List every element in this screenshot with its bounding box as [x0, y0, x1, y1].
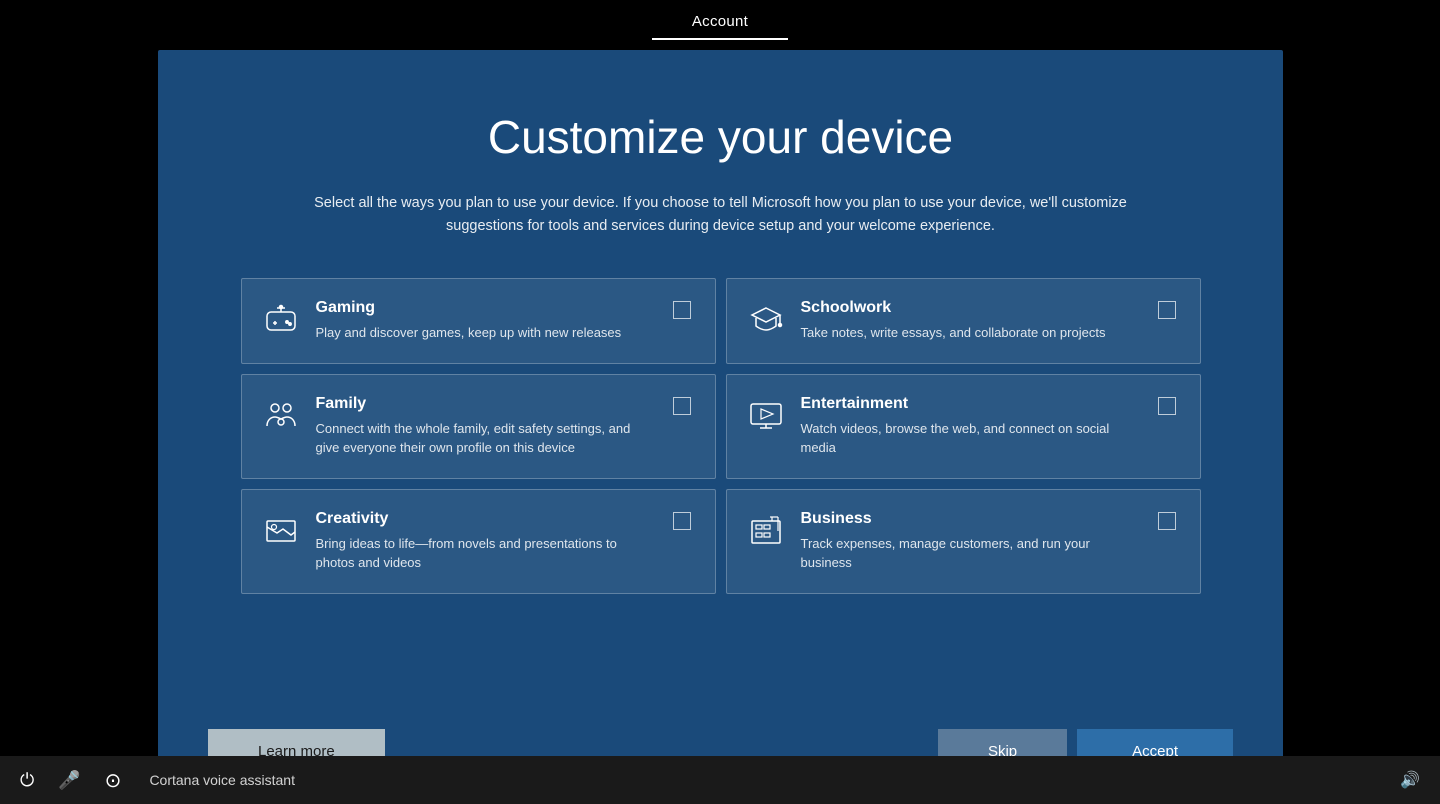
- creativity-icon: [262, 512, 300, 550]
- card-entertainment-checkbox[interactable]: [1158, 397, 1176, 415]
- card-schoolwork-title: Schoolwork: [801, 299, 1142, 317]
- entertainment-icon: [747, 397, 785, 435]
- taskbar-cortana-icon[interactable]: ⊙: [105, 768, 122, 793]
- card-entertainment-desc: Watch videos, browse the web, and connec…: [801, 419, 1142, 458]
- card-family-checkbox[interactable]: [673, 397, 691, 415]
- taskbar-power-icon[interactable]: ⏻: [20, 770, 34, 791]
- card-gaming[interactable]: Gaming Play and discover games, keep up …: [241, 278, 716, 364]
- card-family-content: Family Connect with the whole family, ed…: [316, 395, 657, 458]
- business-icon: [747, 512, 785, 550]
- card-gaming-content: Gaming Play and discover games, keep up …: [316, 299, 657, 343]
- gaming-icon: [262, 301, 300, 339]
- card-entertainment-title: Entertainment: [801, 395, 1142, 413]
- card-creativity[interactable]: Creativity Bring ideas to life—from nove…: [241, 489, 716, 594]
- page-title: Customize your device: [488, 110, 953, 164]
- page-subtitle: Select all the ways you plan to use your…: [281, 192, 1161, 238]
- card-gaming-title: Gaming: [316, 299, 657, 317]
- card-entertainment-content: Entertainment Watch videos, browse the w…: [801, 395, 1142, 458]
- card-schoolwork-desc: Take notes, write essays, and collaborat…: [801, 323, 1142, 343]
- main-window: Customize your device Select all the way…: [158, 50, 1283, 764]
- taskbar-cortana-text: Cortana voice assistant: [149, 772, 295, 788]
- card-business-checkbox[interactable]: [1158, 512, 1176, 530]
- cards-grid: Gaming Play and discover games, keep up …: [241, 278, 1201, 594]
- card-gaming-desc: Play and discover games, keep up with ne…: [316, 323, 657, 343]
- card-schoolwork-content: Schoolwork Take notes, write essays, and…: [801, 299, 1142, 343]
- card-creativity-content: Creativity Bring ideas to life—from nove…: [316, 510, 657, 573]
- schoolwork-icon: [747, 301, 785, 339]
- card-schoolwork-checkbox[interactable]: [1158, 301, 1176, 319]
- family-icon: [262, 397, 300, 435]
- taskbar-volume-icon[interactable]: 🔊: [1400, 770, 1420, 790]
- card-business[interactable]: Business Track expenses, manage customer…: [726, 489, 1201, 594]
- card-creativity-desc: Bring ideas to life—from novels and pres…: [316, 534, 657, 573]
- top-bar: Account: [0, 0, 1440, 52]
- taskbar: ⏻ 🎤 ⊙ Cortana voice assistant 🔊: [0, 756, 1440, 804]
- card-entertainment[interactable]: Entertainment Watch videos, browse the w…: [726, 374, 1201, 479]
- card-creativity-checkbox[interactable]: [673, 512, 691, 530]
- account-label: Account: [652, 13, 788, 40]
- card-creativity-title: Creativity: [316, 510, 657, 528]
- card-business-title: Business: [801, 510, 1142, 528]
- card-family[interactable]: Family Connect with the whole family, ed…: [241, 374, 716, 479]
- card-family-desc: Connect with the whole family, edit safe…: [316, 419, 657, 458]
- card-family-title: Family: [316, 395, 657, 413]
- card-business-desc: Track expenses, manage customers, and ru…: [801, 534, 1142, 573]
- card-business-content: Business Track expenses, manage customer…: [801, 510, 1142, 573]
- taskbar-mic-icon[interactable]: 🎤: [58, 770, 80, 791]
- card-gaming-checkbox[interactable]: [673, 301, 691, 319]
- card-schoolwork[interactable]: Schoolwork Take notes, write essays, and…: [726, 278, 1201, 364]
